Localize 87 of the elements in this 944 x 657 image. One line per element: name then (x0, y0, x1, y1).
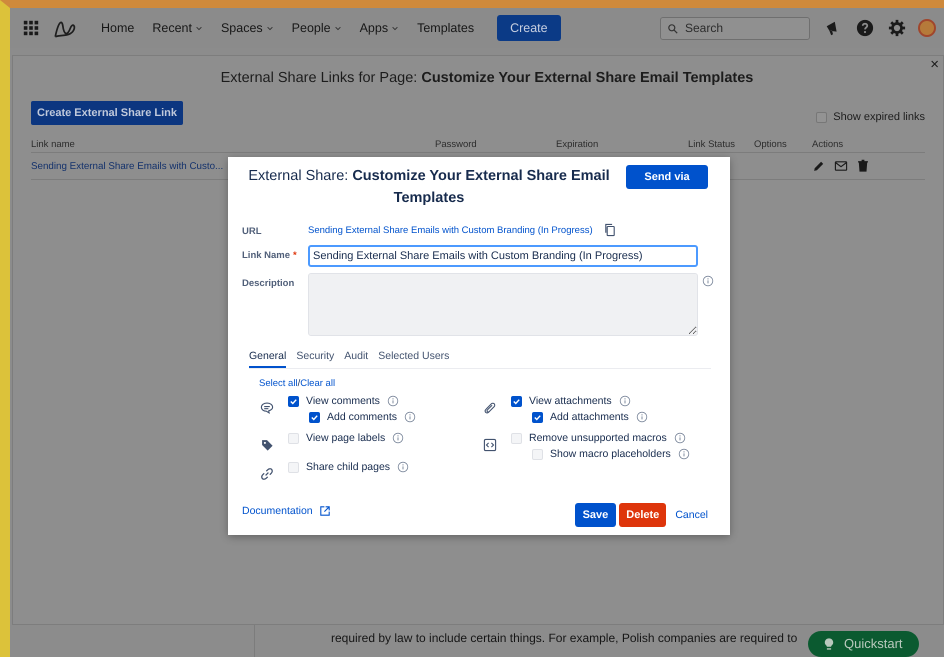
caret-icon (334, 24, 342, 32)
mail-icon (834, 159, 848, 173)
caret-icon (194, 24, 203, 32)
column-header: Link Status (688, 139, 736, 150)
code-icon (483, 438, 497, 452)
checkbox[interactable] (288, 396, 299, 406)
pencil-icon (812, 159, 826, 173)
delete-button[interactable]: Delete (619, 503, 666, 527)
nav-menu-item[interactable]: Recent (145, 17, 210, 39)
tab[interactable]: Selected Users (378, 350, 450, 368)
info-icon (404, 411, 416, 423)
field-label: Description (242, 277, 296, 289)
help-icon (856, 19, 874, 37)
info-icon (392, 432, 404, 444)
dialog-title: External Share: Customize Your External Share Email Templates (247, 167, 611, 208)
search-field[interactable]: Search (660, 16, 810, 40)
description-field[interactable] (308, 273, 698, 336)
nav-menu-item[interactable]: Templates (410, 17, 482, 39)
tab[interactable]: Security (296, 350, 334, 368)
url-link[interactable]: Sending External Share Emails with Custom Branding (In Progress) (308, 224, 593, 236)
create-link-button[interactable]: Create External Share Link (31, 101, 184, 125)
nav-menu-item[interactable]: People (284, 17, 349, 39)
copy-button[interactable] (602, 223, 617, 237)
info-icon (674, 432, 686, 444)
documentation-link[interactable]: Documentation (242, 505, 331, 517)
tab[interactable]: Audit (344, 350, 368, 368)
required-marker: * (293, 250, 297, 261)
close-button[interactable]: × (930, 56, 939, 73)
info-icon (386, 395, 399, 407)
option-label: Add comments (327, 411, 398, 423)
caret-icon (266, 24, 274, 32)
checkbox[interactable] (816, 112, 828, 122)
send-via-button[interactable]: Send via (626, 165, 708, 189)
link-name-field[interactable]: Sending External Share Emails with Custom Branding (In Progress) (308, 245, 698, 267)
link-icon (260, 467, 274, 481)
caret-icon (391, 24, 400, 32)
column-header: Options (754, 139, 788, 150)
field-label: Link Name (242, 250, 290, 261)
lightbulb-icon (822, 636, 836, 650)
select-all-link[interactable]: Select all (259, 378, 298, 389)
tag-icon (260, 438, 274, 452)
checkbox-label: Show expired links (833, 111, 925, 123)
copy-icon (602, 223, 617, 237)
email-button[interactable] (834, 159, 848, 173)
speech-bubble-icon (260, 401, 274, 415)
edit-button[interactable] (812, 159, 826, 173)
column-header: Expiration (556, 139, 600, 150)
option-label: Share child pages (306, 461, 390, 473)
option-label: View attachments (529, 395, 612, 407)
panel-title: External Share Links for Page: Customize Your External Share Email Templates (220, 70, 754, 86)
info-icon (397, 461, 410, 473)
column-header: Actions (812, 139, 844, 150)
clear-all-link[interactable]: Clear all (300, 378, 336, 389)
nav-menu-item[interactable]: Home (94, 17, 142, 39)
paperclip-icon (483, 401, 497, 415)
info-icon (678, 448, 690, 460)
nav-menu-item[interactable]: Spaces (214, 17, 281, 39)
option-label: Show macro placeholders (550, 448, 671, 460)
save-button[interactable]: Save (574, 503, 616, 527)
option-label: Add attachments (550, 411, 629, 423)
search-icon (667, 22, 679, 34)
paragraph: required by law to include certain things. For example, Polish companies are required to (331, 631, 798, 645)
cancel-link[interactable]: Cancel (675, 509, 708, 521)
info-icon (702, 275, 714, 287)
tab[interactable]: General (249, 350, 286, 368)
info-icon (636, 411, 648, 423)
settings-button[interactable] (886, 17, 908, 39)
column-header: Link name (31, 139, 76, 150)
option-label: View comments (306, 395, 380, 407)
nav-menu-item[interactable]: Apps (352, 17, 406, 39)
create-button[interactable]: Create (497, 15, 561, 41)
field-label: URL (242, 225, 263, 237)
grid-icon (22, 19, 40, 37)
quickstart-button[interactable]: Quickstart (808, 631, 919, 657)
option-label: View page labels (306, 432, 386, 444)
checkbox[interactable] (532, 412, 543, 422)
trash-icon (856, 159, 870, 173)
delete-button[interactable] (856, 159, 870, 173)
info-icon (618, 395, 631, 407)
column-header: Password (435, 139, 478, 150)
separator-text: / (298, 378, 300, 389)
checkbox[interactable] (511, 396, 522, 406)
settings-icon (888, 19, 906, 37)
help-button[interactable] (854, 17, 876, 39)
external-link-icon (318, 505, 331, 517)
checkbox[interactable] (309, 412, 320, 422)
option-label: Remove unsupported macros (529, 432, 667, 444)
